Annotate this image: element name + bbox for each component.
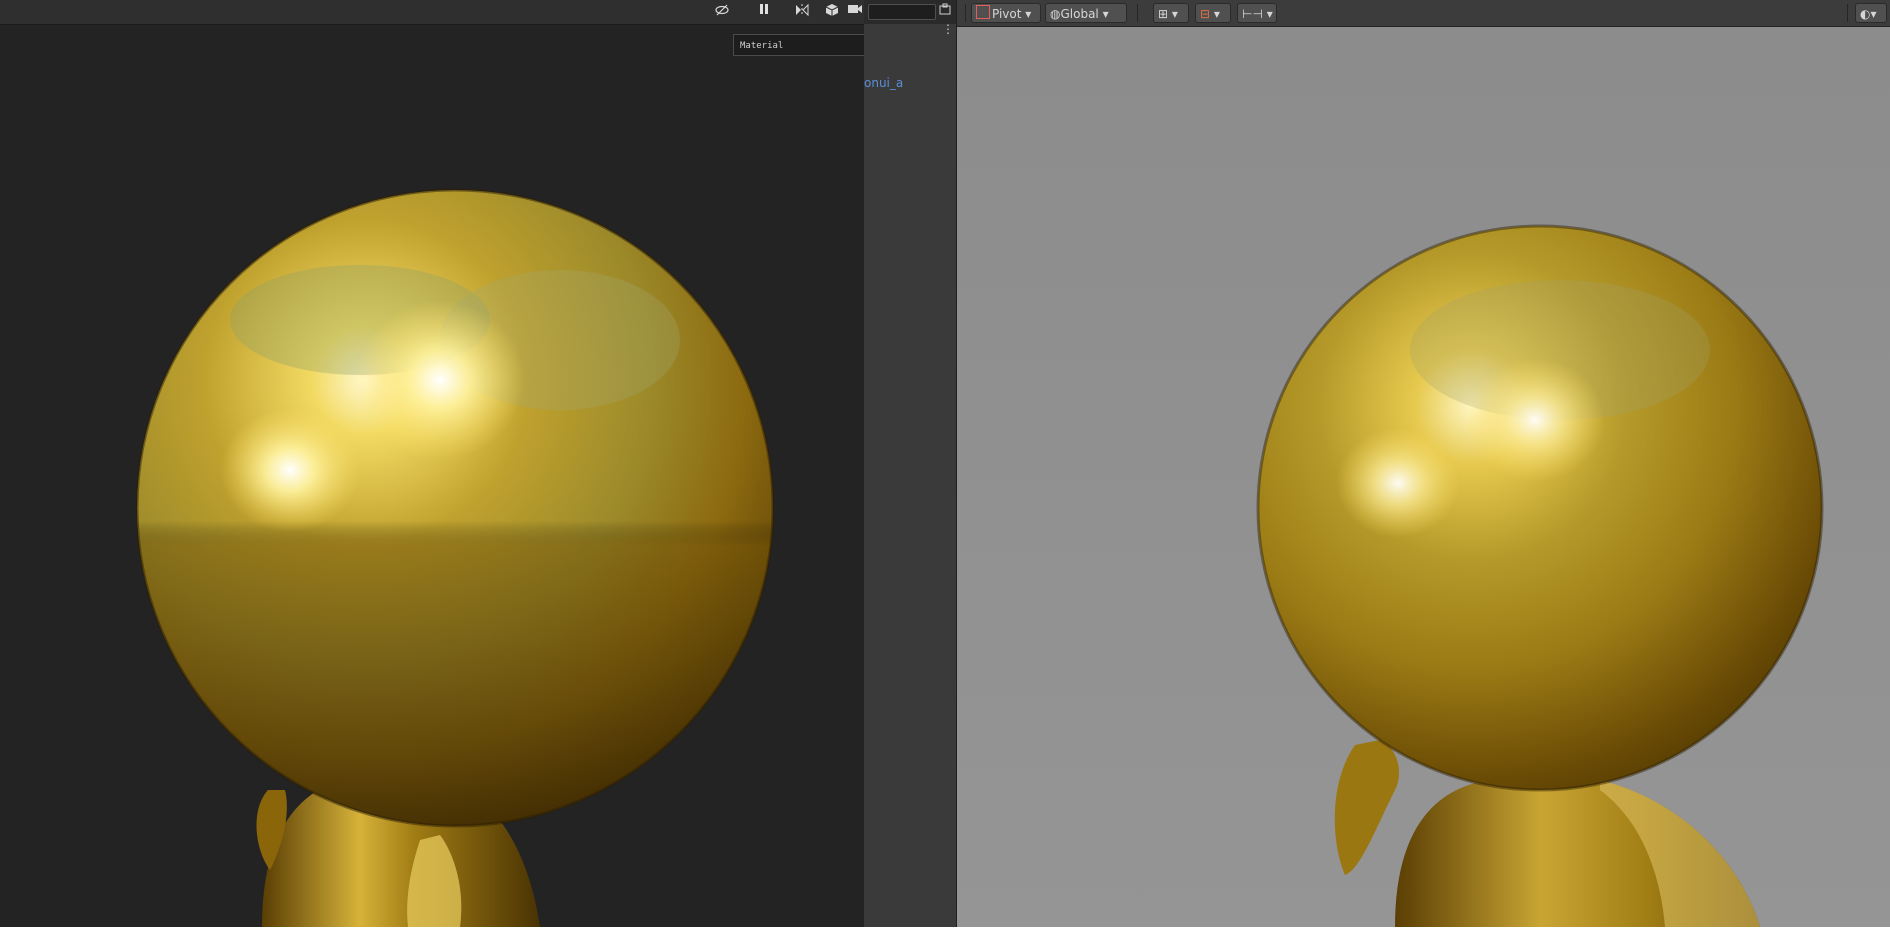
global-dropdown[interactable]: ◍Global ▾ xyxy=(1045,3,1127,23)
camera-icon[interactable] xyxy=(846,3,864,21)
asset-link[interactable]: onui_a xyxy=(864,76,903,90)
panel-menu-icon[interactable]: ⋮ xyxy=(942,22,954,36)
pivot-dropdown[interactable]: Pivot ▾ xyxy=(971,3,1041,23)
pause-icon[interactable] xyxy=(755,3,773,21)
align-button[interactable]: ⊢⊣ ▾ xyxy=(1237,3,1277,23)
lock-icon[interactable] xyxy=(936,2,954,20)
scene-3d-model-view[interactable] xyxy=(957,27,1890,927)
grid-snap-button[interactable]: ⊞ ▾ xyxy=(1153,3,1189,23)
global-label: Global xyxy=(1060,7,1099,21)
project-panel-header xyxy=(864,0,956,24)
pivot-icon xyxy=(976,5,990,19)
pivot-label: Pivot xyxy=(992,7,1022,21)
cube-view-icon[interactable] xyxy=(823,3,841,21)
toolbar-separator xyxy=(965,4,966,22)
viewport-toolbar xyxy=(0,0,864,25)
scene-toolbar: Pivot ▾ ◍Global ▾ ⊞ ▾ ⊟ ▾ ⊢⊣ ▾ ◐▾ xyxy=(957,0,1890,27)
align-icon: ⊢⊣ xyxy=(1242,7,1263,21)
toolbar-separator xyxy=(1847,4,1848,22)
gizmos-icon: ◐ xyxy=(1860,7,1871,21)
project-panel: ⋮ onui_a xyxy=(864,0,957,927)
symmetry-icon[interactable] xyxy=(793,3,811,21)
hide-icon[interactable] xyxy=(713,3,731,21)
grid-snap-icon: ⊞ xyxy=(1158,7,1169,21)
increment-snap-button[interactable]: ⊟ ▾ xyxy=(1195,3,1231,23)
globe-icon: ◍ xyxy=(1050,7,1061,21)
painted-3d-model-view[interactable] xyxy=(0,24,864,927)
unity-scene-view[interactable]: Pivot ▾ ◍Global ▾ ⊞ ▾ ⊟ ▾ ⊢⊣ ▾ ◐▾ ⬡ ✋ ✥ … xyxy=(957,0,1890,927)
increment-snap-icon: ⊟ xyxy=(1200,7,1211,21)
toolbar-separator xyxy=(1137,4,1138,22)
search-input[interactable] xyxy=(868,4,936,20)
gizmos-button[interactable]: ◐▾ xyxy=(1855,3,1887,23)
texture-painter-viewport[interactable]: Material xyxy=(0,0,864,927)
